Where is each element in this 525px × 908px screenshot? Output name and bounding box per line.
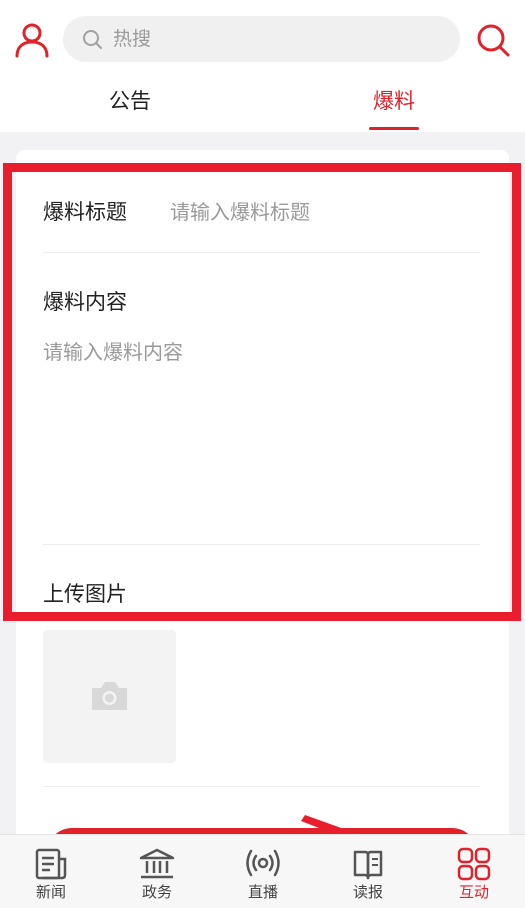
nav-label: 互动 bbox=[458, 883, 489, 901]
read-paper-icon bbox=[353, 850, 383, 880]
content-textarea[interactable] bbox=[43, 336, 480, 526]
content-label: 爆料内容 bbox=[43, 290, 127, 314]
tab-tipoff[interactable]: 爆料 bbox=[354, 84, 434, 124]
nav-item-read-paper[interactable]: 读报 bbox=[333, 835, 403, 908]
nav-item-news[interactable]: 新闻 bbox=[16, 835, 86, 908]
title-label: 爆料标题 bbox=[43, 200, 127, 224]
nav-label: 直播 bbox=[247, 883, 278, 901]
form-divider bbox=[43, 544, 480, 545]
image-upload-button[interactable] bbox=[43, 630, 176, 763]
bottom-nav: 新闻 政务 直播 读报 互动 bbox=[0, 834, 525, 908]
upload-label: 上传图片 bbox=[43, 582, 127, 606]
nav-label: 读报 bbox=[352, 883, 383, 901]
form-divider bbox=[43, 252, 480, 253]
user-icon bbox=[15, 23, 49, 58]
government-building-icon bbox=[139, 848, 175, 879]
search-icon bbox=[477, 24, 510, 57]
search-input[interactable]: 热搜 bbox=[63, 16, 460, 62]
form-divider bbox=[43, 786, 480, 787]
grid-interact-icon bbox=[457, 847, 491, 881]
title-input[interactable] bbox=[170, 196, 470, 228]
top-header: 热搜 公告 爆料 bbox=[0, 0, 525, 132]
nav-label: 新闻 bbox=[35, 883, 66, 901]
nav-item-government[interactable]: 政务 bbox=[122, 835, 192, 908]
nav-label: 政务 bbox=[141, 883, 172, 901]
search-icon bbox=[83, 30, 102, 49]
active-tab-indicator bbox=[369, 127, 419, 130]
search-placeholder: 热搜 bbox=[113, 28, 152, 50]
nav-item-interact[interactable]: 互动 bbox=[439, 835, 509, 908]
nav-item-live[interactable]: 直播 bbox=[228, 835, 298, 908]
newspaper-icon bbox=[35, 848, 67, 880]
tab-notice[interactable]: 公告 bbox=[90, 84, 170, 124]
search-button[interactable] bbox=[473, 20, 513, 60]
app-screen: 热搜 公告 爆料 爆料标题 爆料内容 上传图片 bbox=[0, 0, 525, 908]
user-profile-button[interactable] bbox=[12, 20, 52, 60]
live-broadcast-icon bbox=[246, 849, 280, 877]
camera-icon bbox=[92, 682, 127, 710]
